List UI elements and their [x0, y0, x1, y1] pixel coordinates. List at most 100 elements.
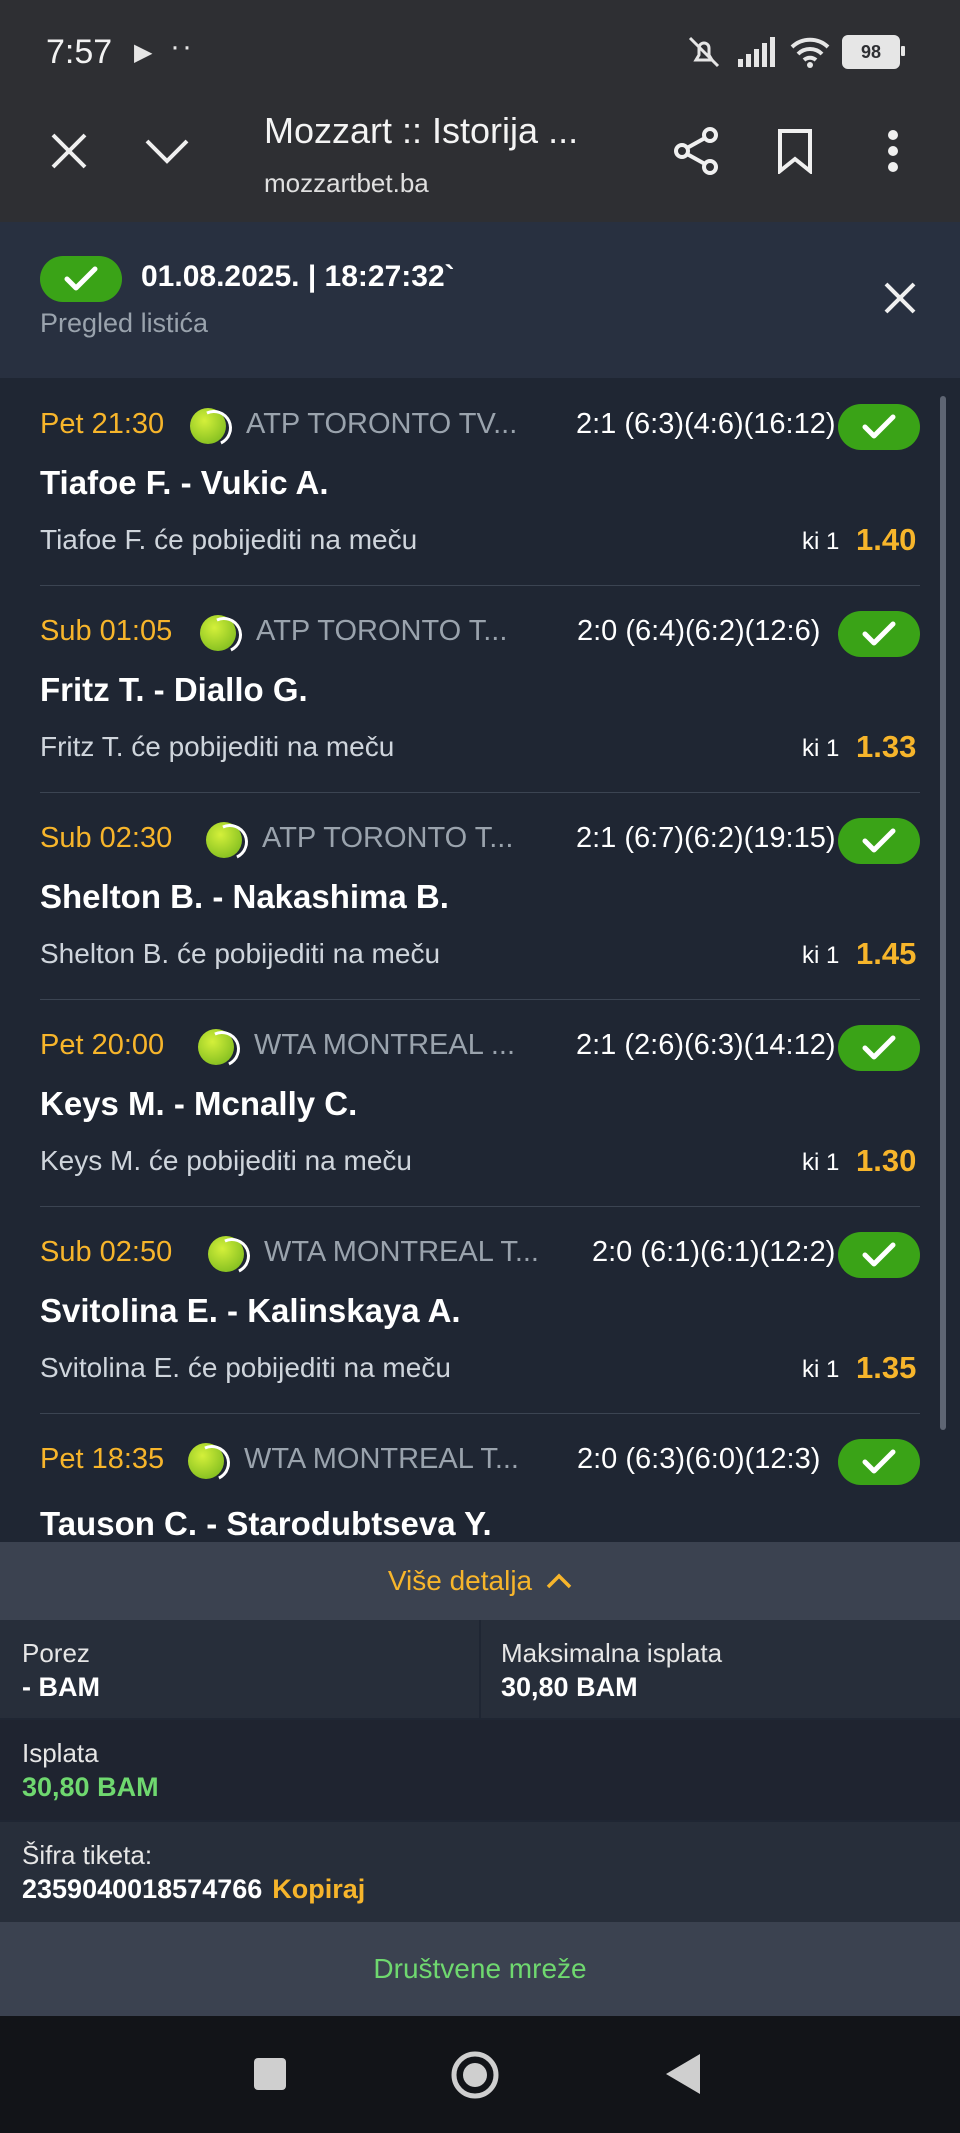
check-icon — [862, 1035, 896, 1060]
notification-dots-icon: ·· — [170, 30, 194, 63]
bet-item[interactable]: Pet 20:00 WTA MONTREAL ... 2:1 (2:6)(6:3… — [40, 999, 920, 1207]
social-networks-button[interactable]: Društvene mreže — [0, 1922, 960, 2016]
close-icon — [51, 133, 87, 169]
signal-icon — [738, 37, 775, 67]
max-payout-label: Maksimalna isplata — [501, 1638, 723, 1668]
bet-item[interactable]: Sub 02:50 WTA MONTREAL T... 2:0 (6:1)(6:… — [40, 1206, 920, 1414]
check-icon — [862, 1242, 896, 1267]
battery-level: 98 — [860, 41, 882, 62]
bookmark-icon — [778, 129, 812, 174]
page-title: Mozzart :: Istorija ... — [264, 110, 579, 151]
bet-list[interactable]: Pet 21:30 ATP TORONTO TV... 2:1 (6:3)(4:… — [0, 378, 960, 1542]
won-badge — [838, 1232, 920, 1278]
league-name: WTA MONTREAL T... — [264, 1236, 539, 1268]
recents-icon[interactable] — [252, 2056, 288, 2092]
bet-item[interactable]: Pet 18:35 WTA MONTREAL T... 2:0 (6:3)(6:… — [40, 1413, 920, 1542]
match-name: Svitolina E. - Kalinskaya A. — [40, 1292, 461, 1329]
payout-cell: Isplata 30,80 BAM — [0, 1720, 960, 1820]
event-time: Pet 20:00 — [40, 1029, 165, 1061]
check-icon — [64, 266, 98, 291]
share-icon — [674, 127, 718, 175]
won-badge — [838, 404, 920, 450]
more-details-button[interactable]: Više detalja — [0, 1542, 960, 1620]
bet-pick: Keys M. će pobijediti na meču — [40, 1145, 412, 1176]
bet-type: ki 1 — [802, 735, 840, 762]
social-networks-label: Društvene mreže — [373, 1953, 587, 1984]
bet-item[interactable]: Sub 02:30 ATP TORONTO T... 2:1 (6:7)(6:2… — [40, 792, 920, 1000]
close-ticket-button[interactable] — [882, 280, 926, 324]
won-badge — [838, 1439, 920, 1485]
minimize-button[interactable] — [132, 116, 202, 186]
tax-value: - BAM — [22, 1672, 100, 1702]
bookmark-button[interactable] — [760, 116, 830, 186]
tennis-ball-icon — [206, 822, 242, 858]
bet-odd: 1.30 — [856, 1143, 917, 1178]
bet-item[interactable]: Pet 21:30 ATP TORONTO TV... 2:1 (6:3)(4:… — [40, 378, 920, 586]
mute-icon — [688, 36, 720, 68]
system-navigation-bar — [0, 2016, 960, 2133]
match-score: 2:1 (6:7)(6:2)(19:15) — [576, 822, 836, 854]
more-details-label: Više detalja — [387, 1565, 533, 1596]
won-badge — [838, 611, 920, 657]
tennis-ball-icon — [188, 1443, 224, 1479]
status-time: 7:57 — [46, 33, 113, 71]
tennis-ball-icon — [190, 408, 226, 444]
bet-odd: 1.45 — [856, 936, 917, 971]
event-time: Pet 21:30 — [40, 408, 165, 440]
event-time: Sub 02:50 — [40, 1236, 173, 1268]
chevron-up-icon — [546, 1573, 572, 1589]
more-vertical-icon — [888, 130, 898, 172]
event-time: Sub 01:05 — [40, 615, 173, 647]
tax-label: Porez — [22, 1638, 90, 1668]
ticket-code-value: 2359040018574766 — [22, 1874, 263, 1904]
menu-button[interactable] — [858, 116, 928, 186]
bet-odd: 1.35 — [856, 1350, 917, 1385]
match-score: 2:0 (6:1)(6:1)(12:2) — [592, 1236, 836, 1268]
event-time: Sub 02:30 — [40, 822, 173, 854]
league-name: ATP TORONTO T... — [262, 822, 514, 854]
match-score: 2:1 (2:6)(6:3)(14:12) — [576, 1029, 836, 1061]
league-name: WTA MONTREAL T... — [244, 1443, 519, 1475]
close-tab-button[interactable] — [34, 116, 104, 186]
share-button[interactable] — [661, 116, 731, 186]
scrollbar[interactable] — [940, 396, 946, 1430]
ticket-won-badge — [40, 256, 122, 302]
play-icon: ▶ — [134, 39, 153, 66]
won-badge — [838, 1025, 920, 1071]
ticket-code-row: 2359040018574766 Kopiraj — [22, 1874, 365, 1905]
page-url: mozzartbet.ba — [264, 168, 429, 198]
check-icon — [862, 1449, 896, 1474]
back-icon[interactable] — [664, 2052, 702, 2096]
check-icon — [862, 621, 896, 646]
payout-value: 30,80 BAM — [22, 1772, 159, 1802]
status-bar: 7:57 ▶ ·· 98 — [0, 0, 960, 100]
match-name: Tiafoe F. - Vukic A. — [40, 464, 329, 501]
ticket-header — [0, 222, 960, 378]
wifi-icon — [790, 37, 830, 68]
event-time: Pet 18:35 — [40, 1443, 165, 1475]
match-name: Keys M. - Mcnally C. — [40, 1085, 358, 1122]
tennis-ball-icon — [198, 1029, 234, 1065]
home-icon[interactable] — [450, 2050, 500, 2100]
close-icon — [884, 282, 916, 314]
check-icon — [862, 828, 896, 853]
bet-pick: Shelton B. će pobijediti na meču — [40, 938, 441, 969]
bet-pick: Fritz T. će pobijediti na meču — [40, 731, 395, 762]
bet-type: ki 1 — [802, 1356, 840, 1383]
max-payout-value: 30,80 BAM — [501, 1672, 638, 1702]
payout-label: Isplata — [22, 1738, 99, 1768]
bet-item[interactable]: Sub 01:05 ATP TORONTO T... 2:0 (6:4)(6:2… — [40, 585, 920, 793]
bet-odd: 1.33 — [856, 729, 917, 764]
bet-pick: Svitolina E. će pobijediti na meču — [40, 1352, 451, 1383]
league-name: WTA MONTREAL ... — [254, 1029, 516, 1061]
won-badge — [838, 818, 920, 864]
league-name: ATP TORONTO TV... — [246, 408, 518, 440]
max-payout-cell: Maksimalna isplata 30,80 BAM — [481, 1620, 960, 1718]
chevron-down-icon — [145, 139, 189, 164]
tennis-ball-icon — [200, 615, 236, 651]
ticket-datetime: 01.08.2025. | 18:27:32` — [141, 260, 455, 293]
bet-pick: Tiafoe F. će pobijediti na meču — [40, 524, 418, 555]
copy-button[interactable]: Kopiraj — [272, 1874, 365, 1904]
bet-type: ki 1 — [802, 1149, 840, 1176]
match-score: 2:0 (6:3)(6:0)(12:3) — [577, 1443, 821, 1475]
